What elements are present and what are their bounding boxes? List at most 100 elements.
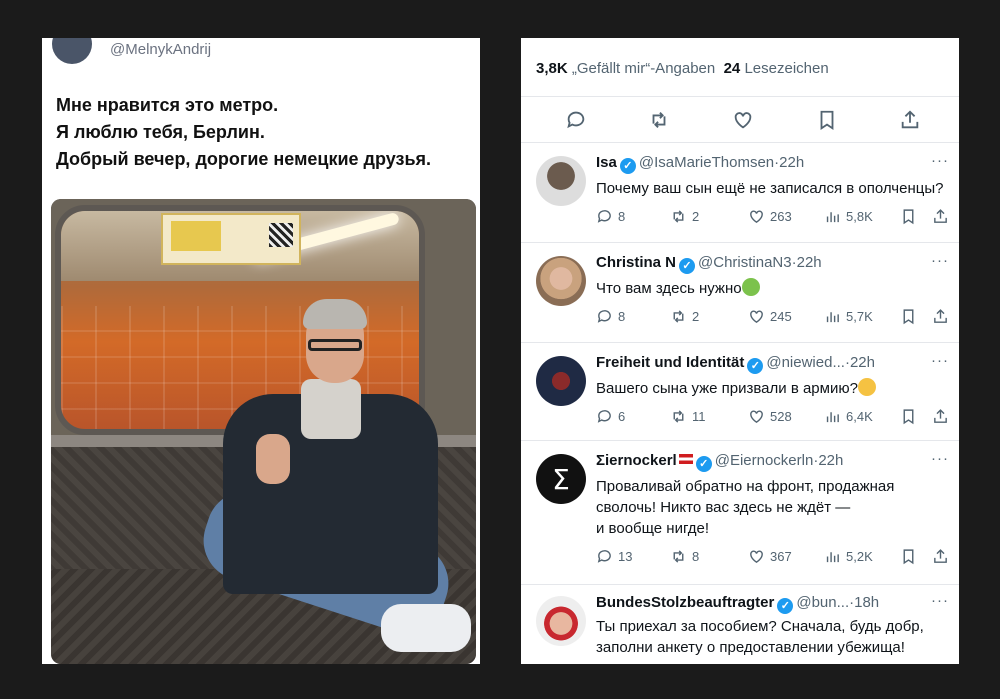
view-count[interactable]: 6,4K [824,408,873,425]
reply-icon [597,550,611,563]
reply-item[interactable]: Freiheit und Identität ✓ @niewied...·22h ·… [521,342,959,440]
reply-count[interactable]: 13 [596,548,632,565]
like-count[interactable]: 367 [748,548,792,565]
photo-poster [161,213,301,265]
reply-stats: 8 2 263 5,8K [596,208,951,228]
tweet-text: Мне нравится это метро. Я люблю тебя, Бе… [56,92,476,173]
timestamp[interactable]: 18h [854,594,879,611]
handle[interactable]: @ChristinaN3 [698,254,792,271]
like-count[interactable]: 245 [748,308,792,325]
reply-header: Christina N ✓ @ChristinaN3·22h [596,254,822,274]
thinking-face-icon [857,378,876,396]
author-avatar[interactable] [52,38,92,64]
reply-text: Что вам здесь нужно [596,278,951,299]
like-icon[interactable] [729,106,757,134]
reply-item[interactable]: Σ Σiernockerl ✓ @Eiernockerln·22h ··· Пров… [521,440,959,584]
tweet-line: Добрый вечер, дорогие немецкие друзья. [56,149,432,169]
avatar[interactable] [536,156,586,206]
more-icon[interactable]: ··· [931,152,949,169]
bookmarks-label[interactable]: Lesezeichen [744,60,828,77]
retweet-count[interactable]: 8 [670,548,699,565]
more-icon[interactable]: ··· [931,450,949,467]
handle[interactable]: @IsaMarieThomsen [639,154,774,171]
reply-icon[interactable] [562,106,590,134]
reply-text: Почему ваш сын ещё не записался в ополче… [596,180,944,197]
more-icon[interactable]: ··· [931,352,949,369]
verified-icon: ✓ [619,158,636,174]
tweet-line: Мне нравится это метро. [56,95,279,115]
share-icon[interactable] [932,308,949,325]
bookmark-icon[interactable] [813,106,841,134]
display-name[interactable]: Freiheit und Identität [596,354,744,371]
reply-icon [597,210,611,223]
view-count[interactable]: 5,2K [824,548,873,565]
reply-text: Проваливай обратно на фронт, продажная с… [596,478,895,537]
tweet-action-bar [521,100,959,142]
display-name[interactable]: Christina N [596,254,676,271]
reply-count[interactable]: 8 [596,308,625,325]
timestamp[interactable]: 22h [779,154,804,171]
reply-header: BundesStolzbeauftragter ✓ @bun...·18h [596,594,880,614]
share-icon[interactable] [932,208,949,225]
retweet-count[interactable]: 2 [670,308,699,325]
verified-icon: ✓ [777,598,794,614]
views-icon [826,212,839,223]
share-icon[interactable] [932,408,949,425]
more-icon[interactable]: ··· [931,592,949,609]
retweet-icon[interactable] [645,106,673,134]
view-count[interactable]: 5,7K [824,308,873,325]
avatar[interactable] [536,596,586,646]
handle[interactable]: @bun... [796,594,849,611]
reply-item[interactable]: BundesStolzbeauftragter ✓ @bun...·18h ··· … [521,584,959,664]
tweet-photo[interactable] [51,199,476,664]
handle[interactable]: @Eiernockerln [715,452,814,469]
like-icon [750,310,763,324]
view-count[interactable]: 5,8K [824,208,873,225]
reply-text: Ты приехал за пособием? Сначала, будь до… [596,618,924,656]
timestamp[interactable]: 22h [818,452,843,469]
retweet-count[interactable]: 11 [670,408,706,425]
reply-item[interactable]: Isa ✓ @IsaMarieThomsen·22h ··· Почему ваш … [521,142,959,242]
original-tweet-panel: @MelnykAndrij Мне нравится это метро. Я … [42,38,480,664]
reply-header: Isa ✓ @IsaMarieThomsen·22h [596,154,805,174]
reply-count[interactable]: 6 [596,408,625,425]
display-name[interactable]: Isa [596,154,617,171]
verified-icon: ✓ [747,358,764,374]
divider [521,96,959,97]
tweet-line: Я люблю тебя, Берлин. [56,122,265,142]
likes-label[interactable]: „Gefällt mir“-Angaben [572,60,715,77]
reply-count[interactable]: 8 [596,208,625,225]
reply-stats: 6 11 528 6,4K [596,408,951,428]
retweet-icon [673,550,684,563]
bookmarks-count[interactable]: 24 [724,60,741,77]
like-icon [750,410,763,424]
sigma-avatar-icon[interactable]: Σ [536,454,586,504]
share-icon[interactable] [896,106,924,134]
bookmark-icon[interactable] [900,208,917,225]
timestamp[interactable]: 22h [797,254,822,271]
bookmark-icon[interactable] [900,408,917,425]
bookmark-icon[interactable] [900,548,917,565]
reply-header: Σiernockerl ✓ @Eiernockerln·22h [596,452,844,472]
display-name[interactable]: BundesStolzbeauftragter [596,594,774,611]
bookmark-icon[interactable] [900,308,917,325]
author-handle[interactable]: @MelnykAndrij [110,41,211,58]
like-icon [750,210,763,224]
replies-panel: 3,8K „Gefällt mir“-Angaben 24 Lesezeiche… [521,38,959,664]
share-icon[interactable] [932,548,949,565]
avatar[interactable] [536,256,586,306]
likes-count[interactable]: 3,8K [536,60,568,77]
more-icon[interactable]: ··· [931,252,949,269]
retweet-count[interactable]: 2 [670,208,699,225]
reply-item[interactable]: Christina N ✓ @ChristinaN3·22h ··· Что вам… [521,242,959,342]
avatar[interactable] [536,356,586,406]
retweet-icon [673,210,684,223]
timestamp[interactable]: 22h [850,354,875,371]
reply-stats: 8 2 245 5,7K [596,308,951,328]
reply-stats: 13 8 367 5,2K [596,548,951,568]
verified-icon: ✓ [679,258,696,274]
like-count[interactable]: 528 [748,408,792,425]
like-count[interactable]: 263 [748,208,792,225]
handle[interactable]: @niewied... [766,354,845,371]
display-name[interactable]: Σiernockerl [596,452,677,469]
